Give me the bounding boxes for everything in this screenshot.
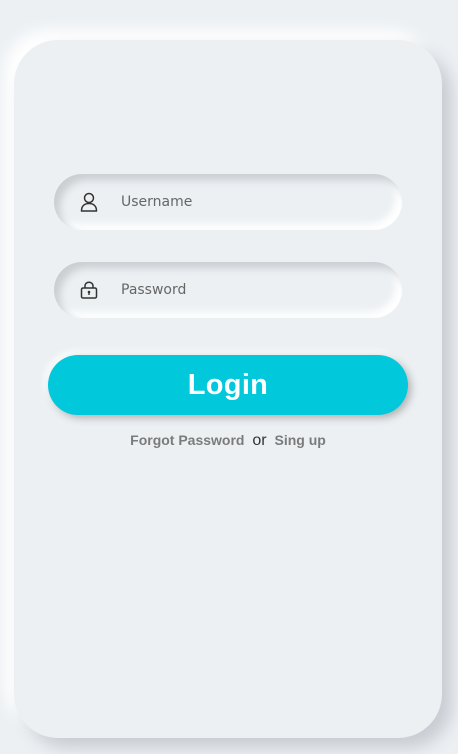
account-links: Forgot Password or Sing up xyxy=(14,432,442,450)
password-input[interactable] xyxy=(119,281,383,299)
signup-link[interactable]: Sing up xyxy=(275,432,326,448)
login-button[interactable]: Login xyxy=(48,355,408,415)
or-separator: or xyxy=(252,432,267,449)
page-background: Login Forgot Password or Sing up xyxy=(0,0,458,754)
username-field[interactable] xyxy=(54,174,402,230)
username-input[interactable] xyxy=(119,193,383,211)
password-field[interactable] xyxy=(54,262,402,318)
lock-icon xyxy=(79,280,99,300)
user-icon xyxy=(79,192,99,212)
login-card: Login Forgot Password or Sing up xyxy=(14,40,442,738)
forgot-password-link[interactable]: Forgot Password xyxy=(130,432,244,448)
